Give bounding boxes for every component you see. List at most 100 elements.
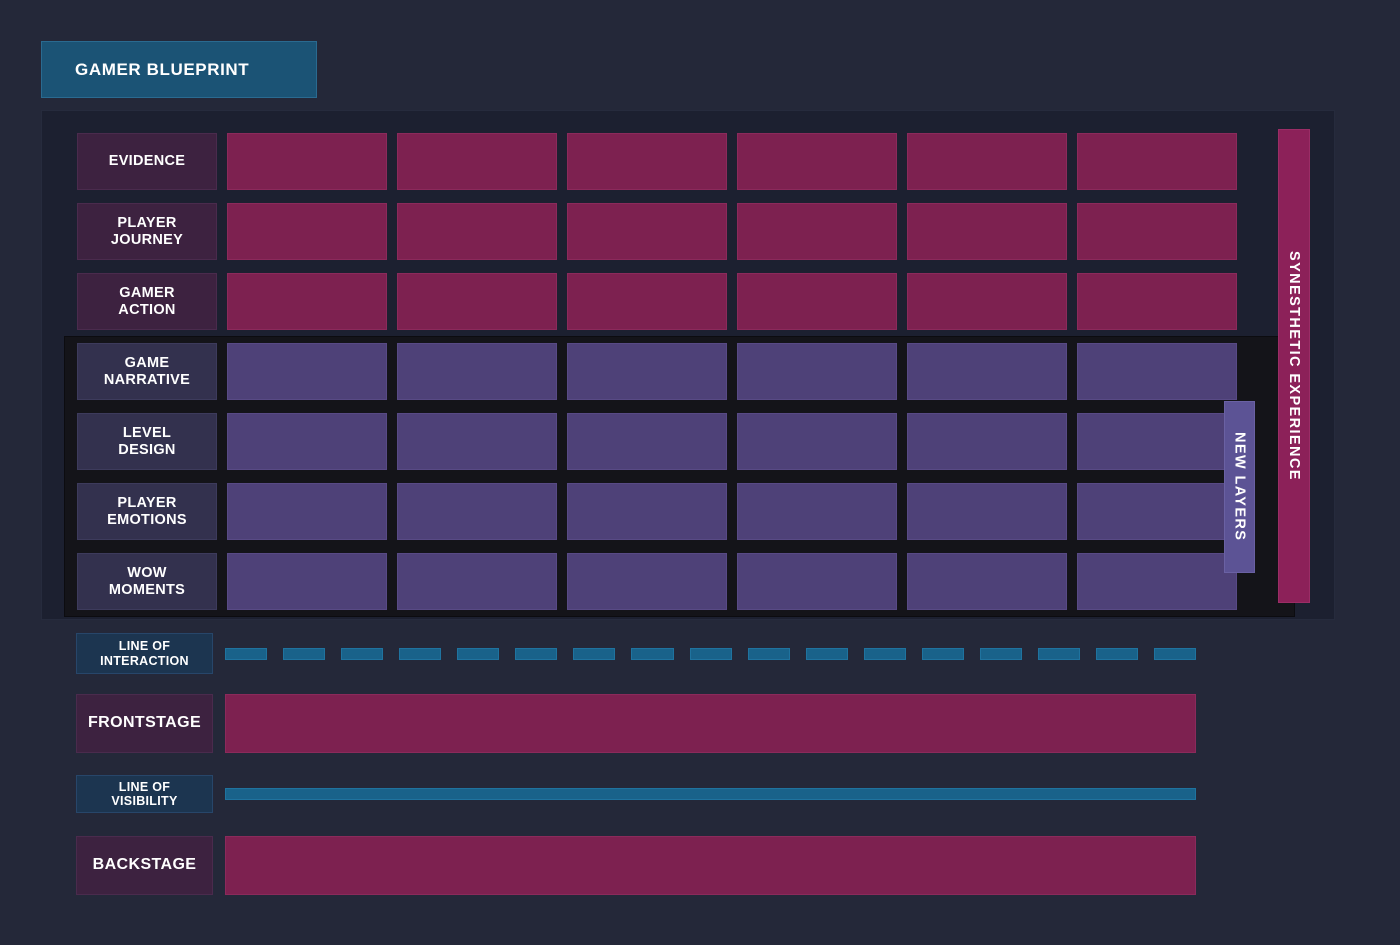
page-title: GAMER BLUEPRINT	[41, 41, 317, 98]
grid-cell[interactable]	[397, 413, 557, 470]
lane-bar-line-of-visibility	[225, 775, 1196, 813]
row-cells	[227, 483, 1237, 540]
grid-cell[interactable]	[567, 133, 727, 190]
row-label-gamer-action[interactable]: GAMER ACTION	[77, 273, 217, 330]
grid-cell[interactable]	[567, 343, 727, 400]
grid-cell[interactable]	[567, 413, 727, 470]
grid-cell[interactable]	[397, 343, 557, 400]
dash-segment	[921, 647, 980, 660]
grid-cell[interactable]	[1077, 343, 1237, 400]
row-label-line1: GAME	[124, 355, 170, 372]
grid-cell[interactable]	[567, 203, 727, 260]
grid-cell[interactable]	[737, 413, 897, 470]
dash-segment	[283, 647, 341, 660]
grid-cell[interactable]	[1077, 273, 1237, 330]
grid-cell[interactable]	[397, 483, 557, 540]
row-label-line2: DESIGN	[118, 441, 176, 458]
side-tab-new-layers-label: NEW LAYERS	[1231, 432, 1248, 542]
row-cells	[227, 133, 1237, 190]
grid-cell[interactable]	[737, 343, 897, 400]
row-label-game-narrative[interactable]: GAME NARRATIVE	[77, 343, 217, 400]
grid-cell[interactable]	[227, 273, 387, 330]
grid-cell[interactable]	[737, 133, 897, 190]
blueprint-row: PLAYER EMOTIONS	[77, 483, 1237, 540]
grid-cell[interactable]	[567, 483, 727, 540]
dash-segment	[399, 647, 457, 660]
dash-fill	[1154, 647, 1197, 660]
grid-cell[interactable]	[1077, 483, 1237, 540]
lane-label-backstage: BACKSTAGE	[76, 836, 213, 895]
grid-cell[interactable]	[737, 203, 897, 260]
grid-cell[interactable]	[907, 553, 1067, 610]
grid-cell[interactable]	[397, 553, 557, 610]
grid-cell[interactable]	[1077, 553, 1237, 610]
lane-label-line2: VISIBILITY	[111, 794, 178, 808]
grid-cell[interactable]	[907, 343, 1067, 400]
row-label-wow-moments[interactable]: WOW MOMENTS	[77, 553, 217, 610]
dash-segment	[225, 647, 283, 660]
dash-segment	[863, 647, 922, 660]
row-cells	[227, 203, 1237, 260]
grid-cell[interactable]	[397, 133, 557, 190]
grid-cell[interactable]	[737, 273, 897, 330]
blueprint-row: LEVEL DESIGN	[77, 413, 1237, 470]
dash-segment	[515, 647, 573, 660]
grid-cell[interactable]	[1077, 133, 1237, 190]
grid-cell[interactable]	[1077, 413, 1237, 470]
dash-segment	[573, 647, 631, 660]
grid-cell[interactable]	[227, 483, 387, 540]
grid-cell[interactable]	[907, 203, 1067, 260]
visibility-line	[225, 788, 1196, 800]
row-label-line1: PLAYER	[117, 495, 177, 512]
grid-cell[interactable]	[567, 553, 727, 610]
dash-fill	[341, 647, 384, 660]
lane-bar-frontstage[interactable]	[225, 694, 1196, 753]
row-cells	[227, 273, 1237, 330]
grid-cell[interactable]	[737, 553, 897, 610]
grid-cell[interactable]	[907, 273, 1067, 330]
grid-cell[interactable]	[567, 273, 727, 330]
grid-cell[interactable]	[227, 343, 387, 400]
grid-cell[interactable]	[227, 203, 387, 260]
blueprint-panel: EVIDENCE PLAYER JOURNEY GAMER ACTION GAME NARR…	[41, 110, 1335, 620]
side-tab-synesthetic-experience[interactable]: SYNESTHETIC EXPERIENCE	[1278, 129, 1310, 603]
grid-cell[interactable]	[907, 133, 1067, 190]
row-label-line1: LEVEL	[122, 425, 172, 442]
dash-fill	[921, 647, 964, 660]
lane-label-line1: FRONTSTAGE	[87, 714, 202, 732]
dash-segment	[341, 647, 399, 660]
row-label-player-journey[interactable]: PLAYER JOURNEY	[77, 203, 217, 260]
dash-fill	[747, 647, 790, 660]
row-label-evidence[interactable]: EVIDENCE	[77, 133, 217, 190]
frontstage-bar[interactable]	[225, 694, 1196, 753]
grid-cell[interactable]	[737, 483, 897, 540]
blueprint-grid: EVIDENCE PLAYER JOURNEY GAMER ACTION GAME NARR…	[77, 133, 1237, 610]
dashed-line	[225, 647, 1197, 660]
grid-cell[interactable]	[907, 483, 1067, 540]
grid-cell[interactable]	[397, 203, 557, 260]
row-label-line2: ACTION	[118, 301, 176, 318]
dash-segment	[979, 647, 1038, 660]
grid-cell[interactable]	[397, 273, 557, 330]
grid-cell[interactable]	[227, 133, 387, 190]
dash-segment	[631, 647, 689, 660]
row-label-level-design[interactable]: LEVEL DESIGN	[77, 413, 217, 470]
dash-fill	[399, 647, 442, 660]
row-label-player-emotions[interactable]: PLAYER EMOTIONS	[77, 483, 217, 540]
row-cells	[227, 553, 1237, 610]
grid-cell[interactable]	[227, 413, 387, 470]
grid-cell[interactable]	[1077, 203, 1237, 260]
dash-segment	[1095, 647, 1154, 660]
lane-line-of-visibility: LINE OF VISIBILITY	[76, 775, 1196, 813]
dash-fill	[573, 647, 616, 660]
lane-label-line2: INTERACTION	[100, 653, 189, 668]
grid-cell[interactable]	[907, 413, 1067, 470]
lane-bar-backstage[interactable]	[225, 836, 1196, 895]
blueprint-row: GAMER ACTION	[77, 273, 1237, 330]
grid-cell[interactable]	[227, 553, 387, 610]
row-label-line1: PLAYER	[117, 215, 177, 232]
dash-fill	[1037, 647, 1080, 660]
blueprint-row: WOW MOMENTS	[77, 553, 1237, 610]
backstage-bar[interactable]	[225, 836, 1196, 895]
side-tab-new-layers[interactable]: NEW LAYERS	[1224, 401, 1255, 573]
